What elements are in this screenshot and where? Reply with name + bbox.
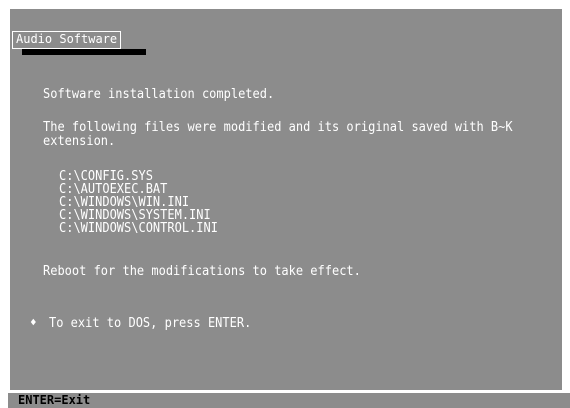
- title-shadow: [22, 49, 146, 55]
- diamond-bullet-icon: ♦: [30, 316, 37, 329]
- status-bar-exit-hint[interactable]: ENTER=Exit: [18, 393, 90, 408]
- dos-installer-screen: Audio Software Software installation com…: [0, 0, 570, 408]
- status-bar: ENTER=Exit: [6, 393, 570, 408]
- completion-message: Software installation completed.: [43, 85, 275, 102]
- window-title: Audio Software: [12, 31, 122, 49]
- file-list-item: C:\WINDOWS\CONTROL.INI: [59, 219, 218, 236]
- files-modified-message-line2: extension.: [43, 132, 116, 149]
- exit-instruction[interactable]: To exit to DOS, press ENTER.: [49, 315, 251, 330]
- reboot-message: Reboot for the modifications to take eff…: [43, 262, 361, 279]
